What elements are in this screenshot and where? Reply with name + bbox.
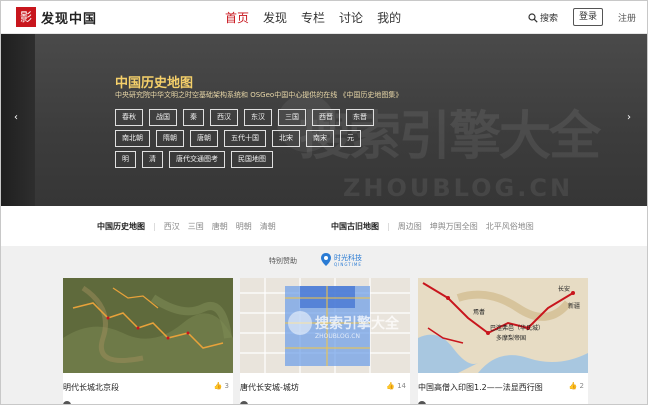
nav-item-discover[interactable]: 发现: [263, 9, 287, 26]
tag-qin[interactable]: 秦: [183, 109, 204, 126]
sponsor-bar: 特别赞助 时光科技 QINGTIME: [1, 246, 647, 274]
tag-tangchao[interactable]: 唐朝: [190, 130, 218, 147]
site-logo-icon[interactable]: 影: [16, 7, 36, 27]
nav-item-column[interactable]: 专栏: [301, 9, 325, 26]
category-group-ancient: 中国古旧地图 | 周边图 坤舆万国全图 北平风俗地图: [331, 216, 534, 236]
tag-sanguo[interactable]: 三国: [278, 109, 306, 126]
tag-yuan[interactable]: 元: [340, 130, 361, 147]
login-button[interactable]: 登录: [573, 8, 603, 26]
tag-minguo[interactable]: 民国地图: [231, 151, 273, 168]
thumb-up-icon: 👍: [568, 382, 578, 390]
card-title[interactable]: 明代长城北京段: [63, 382, 119, 393]
category-strip: 中国历史地图 | 西汉 三国 唐朝 明朝 清朝 中国古旧地图 | 周边图 坤舆万…: [1, 206, 647, 246]
like-count: 14: [397, 382, 406, 390]
tag-xihan[interactable]: 西汉: [210, 109, 238, 126]
nav-item-discuss[interactable]: 讨论: [339, 9, 363, 26]
map-card[interactable]: 搜索引擎大全 ZHOUBLOG.CN 唐代长安城-城坊 👍 14: [240, 278, 410, 404]
category-group-historical: 中国历史地图 | 西汉 三国 唐朝 明朝 清朝: [97, 216, 276, 236]
card-like-count[interactable]: 👍 2: [569, 382, 584, 390]
category-link[interactable]: 坤舆万国全图: [430, 221, 478, 232]
category-link[interactable]: 西汉: [164, 221, 180, 232]
card-thumbnail[interactable]: 搜索引擎大全 ZHOUBLOG.CN: [240, 278, 410, 373]
map-pin-icon[interactable]: [321, 253, 331, 266]
tag-donghan[interactable]: 东汉: [244, 109, 272, 126]
register-link[interactable]: 注册: [618, 11, 636, 24]
category-head[interactable]: 中国古旧地图: [331, 221, 379, 232]
top-header: 影 发现中国 首页 发现 专栏 讨论 我的 搜索 登录 注册: [1, 1, 647, 34]
card-thumbnail[interactable]: [63, 278, 233, 373]
tag-ming[interactable]: 明: [115, 151, 136, 168]
category-link[interactable]: 周边图: [398, 221, 422, 232]
category-link[interactable]: 唐朝: [212, 221, 228, 232]
svg-text:搜索引擎大全: 搜索引擎大全: [315, 315, 400, 332]
tag-dongjin[interactable]: 东晋: [346, 109, 374, 126]
nav-item-mine[interactable]: 我的: [377, 9, 401, 26]
avatar[interactable]: [240, 401, 248, 404]
card-title[interactable]: 唐代长安城-城坊: [240, 382, 299, 393]
site-name[interactable]: 发现中国: [41, 8, 97, 27]
avatar[interactable]: [418, 401, 426, 404]
tag-suichao[interactable]: 隋朝: [156, 130, 184, 147]
tag-zhanguo[interactable]: 战国: [149, 109, 177, 126]
banner-description: 中央研究院中华文明之时空基础架构系统和 OSGeo中国中心提供的在线 《中国历史…: [115, 91, 403, 99]
like-count: 2: [579, 382, 584, 390]
page-frame: 影 发现中国 首页 发现 专栏 讨论 我的 搜索 登录 注册 搜索引擎大全 ZH…: [0, 0, 648, 405]
watermark-url: ZHOUBLOG.CN: [343, 174, 574, 202]
hero-banner: 搜索引擎大全 ZHOUBLOG.CN ‹ › 中国历史地图 中央研究院中华文明之…: [1, 34, 647, 206]
category-head[interactable]: 中国历史地图: [97, 221, 145, 232]
search-icon: [528, 12, 538, 23]
tag-beisong[interactable]: 北宋: [272, 130, 300, 147]
search-label: 搜索: [540, 14, 559, 24]
banner-side-image: [1, 34, 35, 206]
card-title[interactable]: 中国高僧入印图1.2——法显西行图: [418, 382, 543, 393]
map-label: 新疆: [568, 302, 580, 310]
map-label: 焉耆: [473, 308, 485, 316]
category-link[interactable]: 北平风俗地图: [486, 221, 534, 232]
card-like-count[interactable]: 👍 14: [386, 382, 406, 390]
nav-item-home[interactable]: 首页: [225, 9, 249, 26]
map-label: 长安: [558, 285, 570, 293]
carousel-next-icon[interactable]: ›: [627, 112, 631, 123]
tag-nanbeichao[interactable]: 南北朝: [115, 130, 150, 147]
category-link[interactable]: 明朝: [236, 221, 252, 232]
avatar[interactable]: [63, 401, 71, 404]
card-thumbnail[interactable]: 长安 新疆 焉耆 巴连弗邑（华氏城） 多摩梨帝国: [418, 278, 588, 373]
tag-chunqiu[interactable]: 春秋: [115, 109, 143, 126]
tag-tang-traffic[interactable]: 唐代交通图考: [169, 151, 225, 168]
category-link[interactable]: 清朝: [260, 221, 276, 232]
map-card[interactable]: 明代长城北京段 👍 3: [63, 278, 233, 404]
sponsor-subtitle: QINGTIME: [334, 262, 362, 267]
carousel-prev-icon[interactable]: ‹: [14, 112, 18, 123]
tag-wudaishiguo[interactable]: 五代十国: [224, 130, 266, 147]
map-label: 多摩梨帝国: [496, 334, 526, 342]
map-label: 巴连弗邑（华氏城）: [490, 324, 544, 332]
map-card[interactable]: 长安 新疆 焉耆 巴连弗邑（华氏城） 多摩梨帝国 中国高僧入印图1.2——法显西…: [418, 278, 588, 404]
thumb-up-icon: 👍: [213, 382, 223, 390]
dynasty-tag-list: 春秋 战国 秦 西汉 东汉 三国 西晋 东晋 南北朝 隋朝 唐朝 五代十国 北宋…: [115, 109, 385, 168]
banner-title[interactable]: 中国历史地图: [115, 72, 193, 91]
search-button[interactable]: 搜索: [528, 11, 558, 24]
category-link[interactable]: 三国: [188, 221, 204, 232]
tag-xijin[interactable]: 西晋: [312, 109, 340, 126]
card-like-count[interactable]: 👍 3: [214, 382, 229, 390]
like-count: 3: [224, 382, 229, 390]
tag-nansong[interactable]: 南宋: [306, 130, 334, 147]
divider: |: [153, 221, 156, 231]
thumb-up-icon: 👍: [386, 382, 396, 390]
tag-qing[interactable]: 清: [142, 151, 163, 168]
svg-text:ZHOUBLOG.CN: ZHOUBLOG.CN: [315, 333, 360, 340]
divider: |: [387, 221, 390, 231]
sponsor-label: 特别赞助: [269, 257, 297, 265]
main-nav: 首页 发现 专栏 讨论 我的: [225, 9, 401, 26]
